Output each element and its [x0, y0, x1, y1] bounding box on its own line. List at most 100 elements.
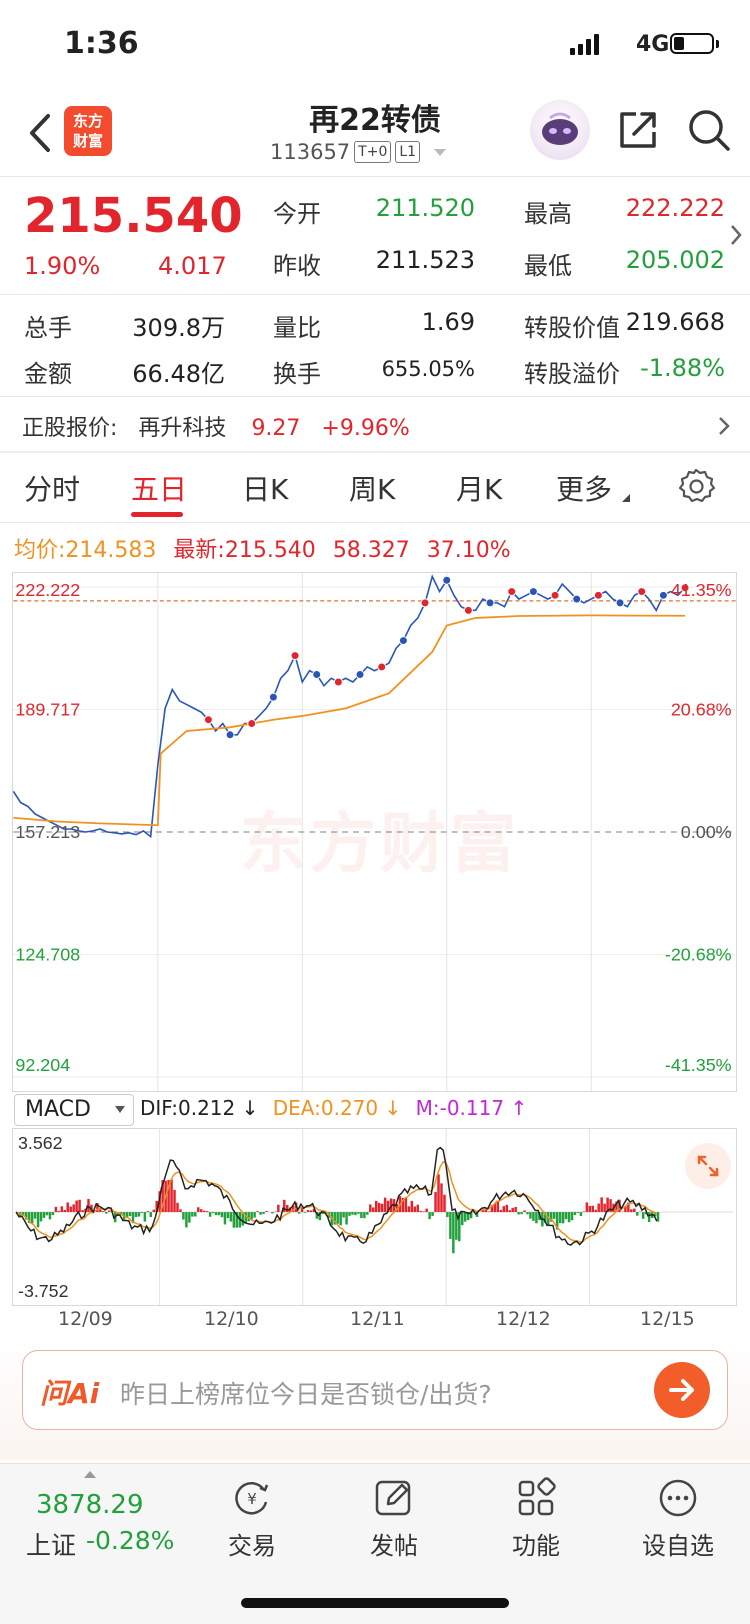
macd-bar: [146, 1211, 150, 1213]
macd-bar: [597, 1203, 600, 1213]
underlying-stock-row[interactable]: 正股报价: 再升科技 9.27 +9.96%: [22, 410, 410, 442]
nav-trade[interactable]: ¥ 交易: [202, 1476, 302, 1560]
avg-series-line: [13, 614, 686, 827]
macd-bar: [535, 1212, 538, 1224]
macd-bar: [630, 1209, 633, 1213]
nav-functions[interactable]: 功能: [486, 1476, 586, 1560]
turnover-value: 655.05%: [381, 357, 475, 381]
index-value[interactable]: 3878.29: [36, 1490, 144, 1520]
macd-bar: [431, 1212, 434, 1216]
macd-bar: [102, 1211, 105, 1213]
macd-bar: [576, 1212, 580, 1213]
index-name[interactable]: 上证: [26, 1526, 76, 1562]
macd-bar: [348, 1212, 351, 1216]
macd-bar: [30, 1212, 34, 1224]
macd-bar: [226, 1212, 230, 1219]
trade-dot: [312, 669, 322, 679]
macd-bar: [182, 1212, 185, 1220]
date-label: 12/15: [640, 1308, 695, 1330]
macd-bar: [69, 1206, 72, 1213]
gear-icon[interactable]: [677, 467, 715, 505]
trade-dot: [203, 715, 213, 725]
volume-ratio-value: 1.69: [421, 308, 475, 336]
macd-bar: [140, 1212, 144, 1214]
home-indicator: [241, 1598, 509, 1608]
macd-bar: [271, 1212, 274, 1214]
date-label: 12/11: [350, 1308, 405, 1330]
dea-arrow-icon: ↓: [378, 1096, 402, 1120]
nav-add-watchlist[interactable]: 设自选: [628, 1476, 728, 1560]
battery-icon: [670, 33, 714, 54]
m-label: M:: [415, 1096, 440, 1120]
macd-bar: [564, 1212, 568, 1220]
chevron-right-icon[interactable]: [715, 412, 733, 440]
macd-bar: [446, 1212, 449, 1217]
macd-bar: [570, 1212, 574, 1221]
macd-bar: [48, 1212, 52, 1220]
macd-bar: [283, 1199, 286, 1213]
chevron-right-icon[interactable]: [726, 220, 746, 250]
conversion-value-label: 转股价值: [524, 314, 620, 342]
volume-value: 309.8万: [132, 314, 225, 342]
share-icon[interactable]: [616, 108, 660, 152]
macd-chart[interactable]: 3.562 -3.752: [12, 1128, 737, 1306]
quote-divider-2: [0, 396, 750, 397]
macd-bar: [463, 1212, 467, 1222]
tab-five-day[interactable]: 五日: [131, 468, 187, 508]
level-tag: L1: [395, 141, 421, 163]
macd-bar: [205, 1211, 209, 1213]
macd-bar: [191, 1212, 194, 1217]
macd-bar: [262, 1212, 265, 1214]
signal-icon: [570, 33, 606, 55]
macd-bar: [66, 1202, 69, 1213]
latest-label: 最新:: [173, 538, 225, 563]
macd-bar: [149, 1212, 153, 1218]
open-label: 今开: [273, 200, 321, 228]
tab-daily-k[interactable]: 日K: [242, 468, 288, 508]
index-change[interactable]: -0.28%: [86, 1526, 174, 1555]
macd-bar: [336, 1212, 339, 1224]
macd-bar: [306, 1210, 310, 1213]
status-time: 1:36: [64, 26, 139, 61]
latest-value: 215.540: [224, 538, 316, 563]
ai-question-text[interactable]: 昨日上榜席位今日是否锁仓/出货?: [120, 1375, 492, 1411]
macd-bar: [582, 1211, 586, 1213]
high-label: 最高: [524, 200, 572, 228]
last-price: 215.540: [24, 188, 243, 244]
tab-more[interactable]: 更多: [556, 468, 612, 508]
tab-intraday[interactable]: 分时: [24, 468, 80, 508]
macd-bar: [413, 1206, 417, 1213]
tab-monthly-k[interactable]: 月K: [456, 468, 502, 508]
security-code-row[interactable]: 113657 T+0 L1: [270, 140, 448, 164]
edit-icon: [375, 1480, 411, 1516]
trade-dot: [355, 669, 365, 679]
search-icon[interactable]: [686, 106, 732, 154]
nav-post[interactable]: 发帖: [344, 1476, 444, 1560]
macd-bar: [425, 1208, 428, 1213]
macd-bar: [81, 1210, 84, 1213]
macd-bar: [600, 1197, 603, 1213]
expand-chart-button[interactable]: [685, 1143, 731, 1189]
macd-bar: [360, 1212, 363, 1219]
indicator-select-label: MACD: [25, 1097, 91, 1122]
macd-bar: [404, 1197, 408, 1213]
nav-post-label: 发帖: [370, 1532, 418, 1560]
dif-arrow-icon: ↓: [235, 1096, 259, 1120]
macd-bar: [54, 1206, 58, 1213]
indicator-select[interactable]: MACD: [14, 1094, 134, 1126]
caret-up-icon: [84, 1471, 96, 1478]
macd-bar: [75, 1200, 78, 1213]
macd-bar: [134, 1212, 138, 1217]
prev-close-value: 211.523: [375, 246, 475, 274]
macd-bar: [383, 1197, 387, 1213]
ai-send-button[interactable]: [654, 1362, 710, 1418]
macd-bar: [286, 1204, 289, 1213]
five-day-price-chart[interactable]: 222.222 189.717 157.213 124.708 92.204 41.35%…: [12, 572, 737, 1092]
macd-values: DIF:0.212 ↓ DEA:0.270 ↓ M:-0.117 ↑: [140, 1096, 527, 1120]
high-value: 222.222: [625, 194, 725, 222]
macd-bar: [194, 1212, 197, 1217]
premium-value: -1.88%: [640, 354, 725, 382]
tab-weekly-k[interactable]: 周K: [349, 468, 395, 508]
ai-robot-avatar[interactable]: [530, 100, 590, 160]
macd-bar: [422, 1211, 425, 1213]
